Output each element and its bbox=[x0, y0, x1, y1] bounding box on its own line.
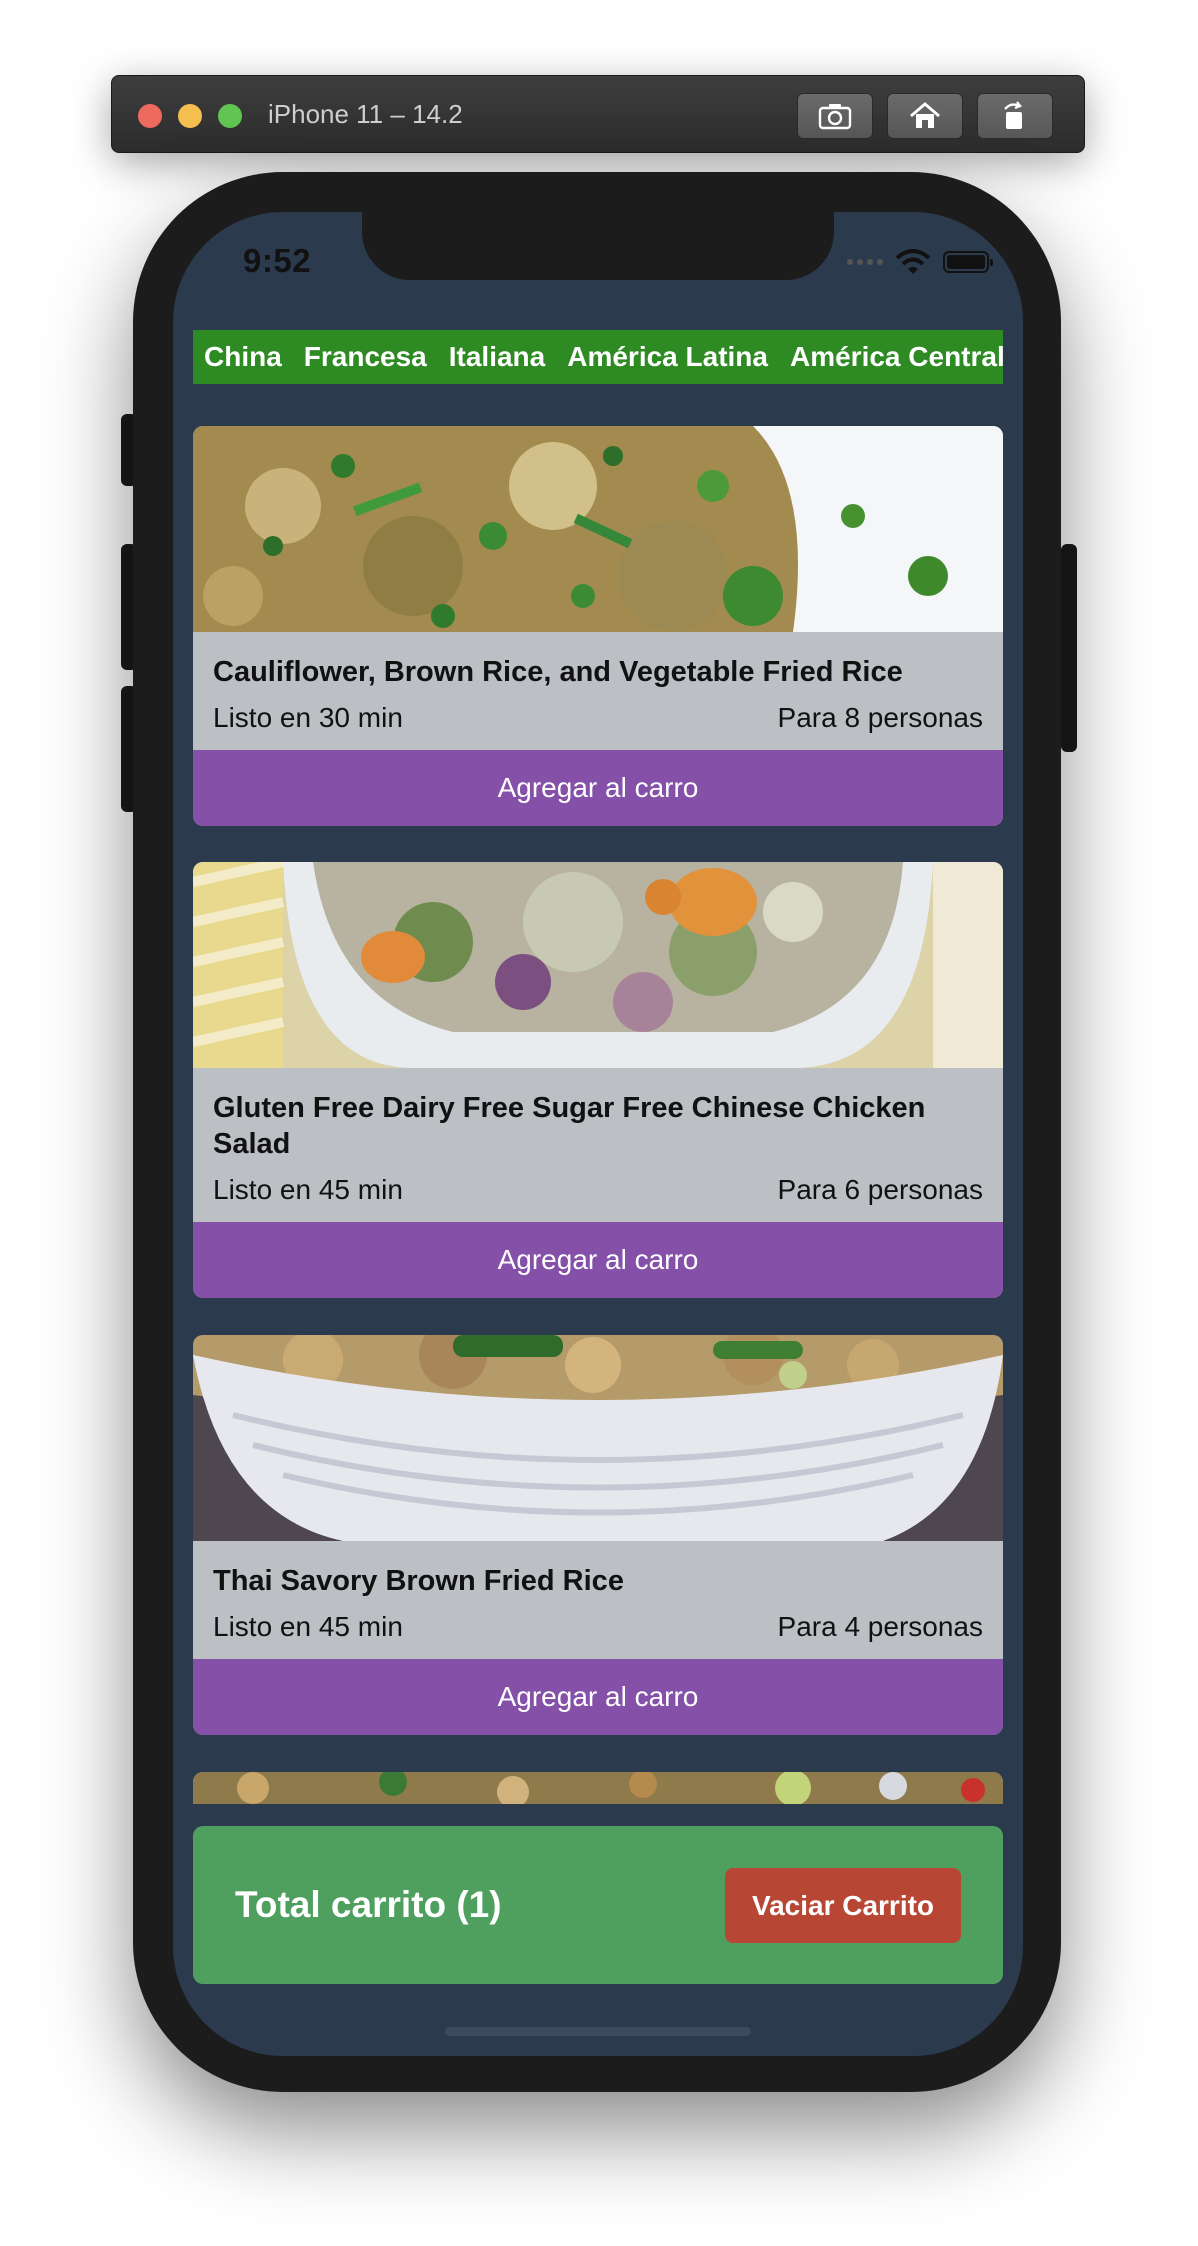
zoom-window-button[interactable] bbox=[218, 104, 242, 128]
battery-icon bbox=[943, 251, 993, 273]
phone-screen: 9:52 China Francesa Italiana América Lat… bbox=[173, 212, 1023, 2056]
notch bbox=[362, 212, 834, 280]
category-america-central[interactable]: América Central bbox=[779, 330, 1003, 384]
recipe-image bbox=[193, 862, 1003, 1068]
recipe-image bbox=[193, 1335, 1003, 1541]
category-italiana[interactable]: Italiana bbox=[438, 330, 556, 384]
recipe-title: Cauliflower, Brown Rice, and Vegetable F… bbox=[213, 656, 903, 688]
cellular-signal-icon bbox=[847, 259, 883, 265]
recipe-card: Thai Savory Brown Fried Rice Listo en 45… bbox=[193, 1335, 1003, 1735]
recipe-ready-time: Listo en 45 min bbox=[213, 1174, 403, 1205]
recipe-image bbox=[193, 426, 1003, 632]
recipe-meta: Listo en 30 min Para 8 personas bbox=[193, 690, 1003, 750]
screenshot-icon bbox=[818, 104, 852, 130]
home-indicator[interactable] bbox=[445, 2027, 751, 2036]
power-button bbox=[1061, 544, 1077, 752]
simulator-title: iPhone 11 – 14.2 bbox=[268, 99, 463, 129]
recipe-meta: Listo en 45 min Para 4 personas bbox=[193, 1599, 1003, 1659]
category-francesa[interactable]: Francesa bbox=[293, 330, 438, 384]
recipe-meta: Listo en 45 min Para 6 personas bbox=[193, 1162, 1003, 1222]
recipe-card: Gluten Free Dairy Free Sugar Free Chines… bbox=[193, 862, 1003, 1298]
recipe-card: Cauliflower, Brown Rice, and Vegetable F… bbox=[193, 426, 1003, 826]
cart-footer: Total carrito (1) Vaciar Carrito bbox=[193, 1826, 1003, 1984]
recipe-title: Gluten Free Dairy Free Sugar Free Chines… bbox=[213, 1092, 926, 1160]
clear-cart-button[interactable]: Vaciar Carrito bbox=[725, 1868, 961, 1943]
minimize-window-button[interactable] bbox=[178, 104, 202, 128]
recipe-card bbox=[193, 1772, 1003, 1804]
recipe-servings: Para 4 personas bbox=[777, 1611, 983, 1642]
simulator-toolbar: iPhone 11 – 14.2 bbox=[111, 75, 1085, 153]
wifi-icon bbox=[895, 248, 931, 276]
close-window-button[interactable] bbox=[138, 104, 162, 128]
recipe-servings: Para 8 personas bbox=[777, 702, 983, 733]
screenshot-button[interactable] bbox=[797, 93, 873, 139]
recipe-ready-time: Listo en 30 min bbox=[213, 702, 403, 733]
rotate-button[interactable] bbox=[977, 93, 1053, 139]
rotate-icon bbox=[1004, 101, 1022, 129]
recipe-image bbox=[193, 1772, 1003, 1804]
category-america-latina[interactable]: América Latina bbox=[556, 330, 779, 384]
home-button[interactable] bbox=[887, 93, 963, 139]
home-icon bbox=[910, 102, 940, 128]
category-china[interactable]: China bbox=[193, 330, 293, 384]
cart-total: Total carrito (1) bbox=[235, 1884, 502, 1925]
add-to-cart-button[interactable]: Agregar al carro bbox=[193, 750, 1003, 826]
status-icons bbox=[847, 248, 993, 276]
recipe-title: Thai Savory Brown Fried Rice bbox=[213, 1565, 624, 1597]
status-time: 9:52 bbox=[243, 242, 312, 279]
category-bar[interactable]: China Francesa Italiana América Latina A… bbox=[193, 330, 1003, 384]
recipe-servings: Para 6 personas bbox=[777, 1174, 983, 1205]
recipe-ready-time: Listo en 45 min bbox=[213, 1611, 403, 1642]
add-to-cart-button[interactable]: Agregar al carro bbox=[193, 1659, 1003, 1735]
add-to-cart-button[interactable]: Agregar al carro bbox=[193, 1222, 1003, 1298]
